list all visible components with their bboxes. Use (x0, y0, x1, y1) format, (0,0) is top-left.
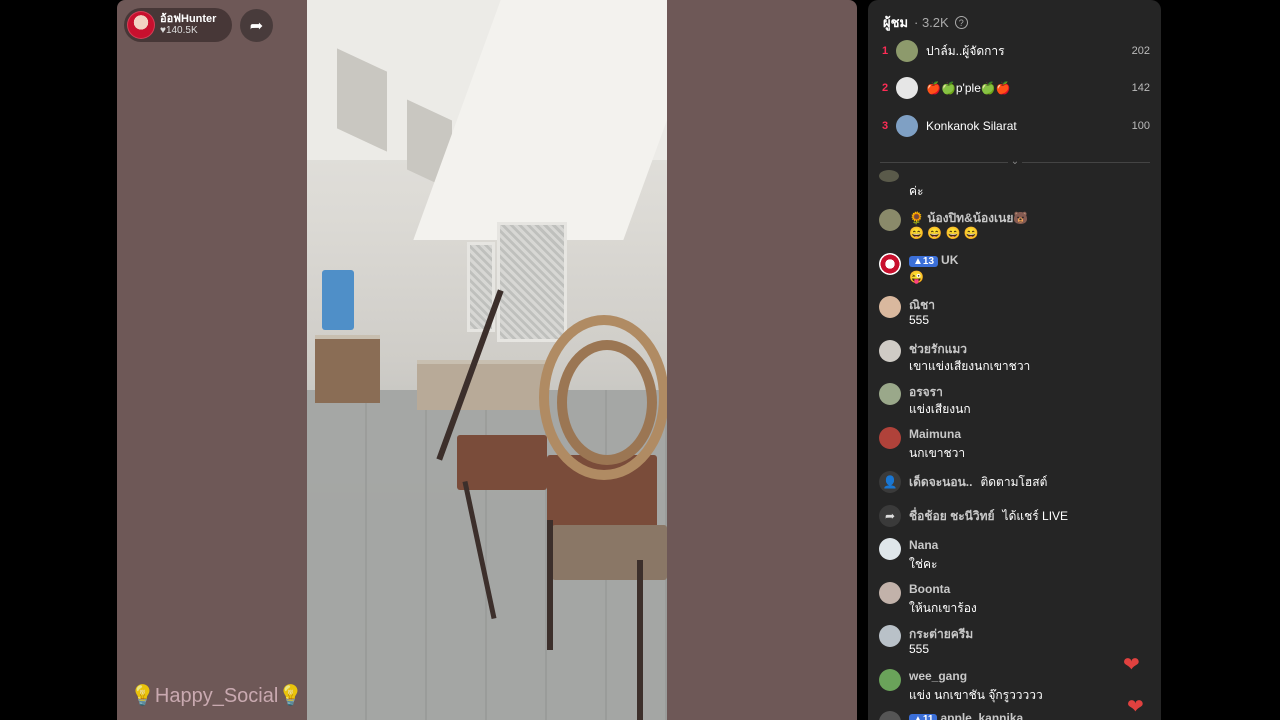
avatar[interactable] (896, 115, 918, 137)
fan-badge: ▲11 (909, 714, 938, 720)
viewers-header[interactable]: ผู้ชม · 3.2K ? (883, 12, 968, 33)
chat-panel: ผู้ชม · 3.2K ? 1 ปาล์ม..ผู้จัดการ 202 2 … (868, 0, 1161, 720)
avatar[interactable] (879, 340, 901, 362)
chat-text: 😜 (909, 270, 924, 284)
avatar[interactable] (879, 209, 901, 231)
window (497, 222, 567, 342)
chat-username[interactable]: ▲13 UK (909, 253, 958, 267)
rank-number: 1 (882, 45, 889, 57)
chat-text: 555 (909, 313, 930, 327)
chat-text: เขาแข่งเสียงนกเขาชวา (909, 359, 1031, 373)
rank-score: 202 (1131, 45, 1150, 57)
chat-text: ให้นกเขาร้อง (909, 601, 977, 615)
chat-username-text: apple_kannika (940, 711, 1024, 720)
rank-score: 100 (1131, 120, 1150, 132)
chat-message: Boonta ให้นกเขาร้อง (879, 582, 1149, 618)
avatar[interactable] (896, 40, 918, 62)
chat-username[interactable]: Nana (909, 538, 938, 552)
ranking-row[interactable]: 1 ปาล์ม..ผู้จัดการ 202 (882, 39, 1150, 63)
rank-name: 🍎🍏p'ple🍏🍎 (926, 81, 1011, 95)
rank-score: 142 (1131, 82, 1150, 94)
rank-name: ปาล์ม..ผู้จัดการ (926, 43, 1005, 58)
chat-text: แข่ง นกเขาชัน จุ๊กรูววววว (909, 688, 1043, 702)
avatar[interactable] (879, 253, 901, 275)
chat-username[interactable]: Maimuna (909, 427, 961, 441)
watermark-text: 💡Happy_Social💡 (130, 685, 304, 707)
host-likes: ♥140.5K (160, 25, 216, 37)
chat-message: ▲13 UK 😜 (879, 253, 1149, 289)
chat-text: 😄 😄 😄 😄 (909, 226, 979, 240)
system-action: ติดตามโฮสต์ (980, 474, 1048, 489)
host-avatar[interactable] (127, 11, 155, 39)
chat-username[interactable]: Boonta (909, 582, 950, 596)
avatar[interactable] (879, 383, 901, 405)
chat-message: Nana ใช่คะ (879, 538, 1149, 574)
chat-text: 555 (909, 642, 930, 656)
chat-message: Maimuna นกเขาชวา (879, 427, 1149, 463)
chair-leg (637, 560, 643, 720)
fan-badge-level: 11 (922, 714, 934, 720)
chat-username[interactable]: ชื่อช้อย ชะนีวิทย์ (909, 507, 995, 526)
help-icon[interactable]: ? (954, 16, 968, 29)
follow-notice: 👤 เด็ดจะนอน.. ติดตามโฮสต์ (879, 471, 1149, 493)
share-icon: ➦ (879, 505, 901, 527)
expand-chevron-icon[interactable]: ⌄ (1008, 156, 1022, 167)
live-stream-page: 💡Happy_Social💡 อ้อฟHunter ♥140.5K ➦ ผู้ช… (0, 0, 1280, 720)
avatar[interactable] (879, 582, 901, 604)
blue-chair (322, 270, 354, 330)
rank-number: 2 (882, 82, 889, 94)
chair-seat (552, 525, 667, 580)
chat-message: ▲11 apple_kannika (879, 711, 1149, 720)
avatar[interactable] (879, 711, 901, 720)
rank-name: Konkanok Silarat (926, 119, 1017, 133)
chat-message: ณิชา 555 (879, 296, 1149, 332)
host-info[interactable]: อ้อฟHunter ♥140.5K (124, 8, 232, 42)
host-name[interactable]: อ้อฟHunter (160, 13, 216, 25)
chat-text: ค่ะ (909, 184, 924, 198)
avatar[interactable] (879, 427, 901, 449)
avatar[interactable] (879, 538, 901, 560)
chat-message: อรจรา แข่งเสียงนก (879, 383, 1149, 419)
ranking-row[interactable]: 2 🍎🍏p'ple🍏🍎 142 (882, 76, 1150, 100)
chat-username[interactable]: wee_gang (909, 669, 967, 683)
system-action: ได้แชร์ LIVE (1002, 508, 1069, 523)
chat-message: 🌻 น้องปิท&น้องเนย🐻 😄 😄 😄 😄 (879, 209, 1149, 245)
avatar[interactable] (879, 296, 901, 318)
chat-message: กระต่ายครีม 555 (879, 625, 1149, 661)
avatar[interactable] (879, 625, 901, 647)
chair-back (457, 435, 547, 490)
share-arrow-icon: ➦ (249, 17, 264, 35)
rank-number: 3 (882, 120, 889, 132)
share-notice: ➦ ชื่อช้อย ชะนีวิทย์ ได้แชร์ LIVE (879, 505, 1149, 527)
chair-leg (547, 520, 553, 650)
chat-message: ค่ะ (879, 170, 1149, 198)
rope-coil (557, 340, 657, 465)
chat-username[interactable]: เด็ดจะนอน.. (909, 473, 972, 492)
avatar[interactable] (879, 669, 901, 691)
desk (315, 335, 380, 403)
ranking-row[interactable]: 3 Konkanok Silarat 100 (882, 114, 1150, 138)
chat-text: นกเขาชวา (909, 446, 966, 460)
chat-text: ใช่คะ (909, 557, 938, 571)
fan-badge: ▲13 (909, 256, 939, 267)
desk (417, 360, 547, 410)
share-button[interactable]: ➦ (240, 9, 273, 42)
chat-message: wee_gang แข่ง นกเขาชัน จุ๊กรูววววว (879, 669, 1149, 705)
fan-badge-level: 13 (922, 256, 935, 267)
avatar[interactable] (879, 170, 899, 182)
host-likes-count: 140.5K (165, 25, 198, 36)
floating-heart-icon: ❤ (1123, 654, 1140, 676)
viewers-count: · 3.2K (914, 15, 949, 30)
chat-username[interactable]: ▲11 apple_kannika (909, 711, 1023, 720)
chat-text: แข่งเสียงนก (909, 402, 971, 416)
live-video[interactable] (307, 0, 667, 720)
video-panel: 💡Happy_Social💡 (117, 0, 857, 720)
follow-icon: 👤 (879, 471, 901, 493)
chat-username-text: UK (941, 253, 959, 267)
viewers-title: ผู้ชม (883, 15, 909, 30)
chat-message: ช่วยรักแมว เขาแข่งเสียงนกเขาชวา (879, 340, 1149, 376)
floating-heart-icon: ❤ (1127, 696, 1144, 718)
avatar[interactable] (896, 77, 918, 99)
